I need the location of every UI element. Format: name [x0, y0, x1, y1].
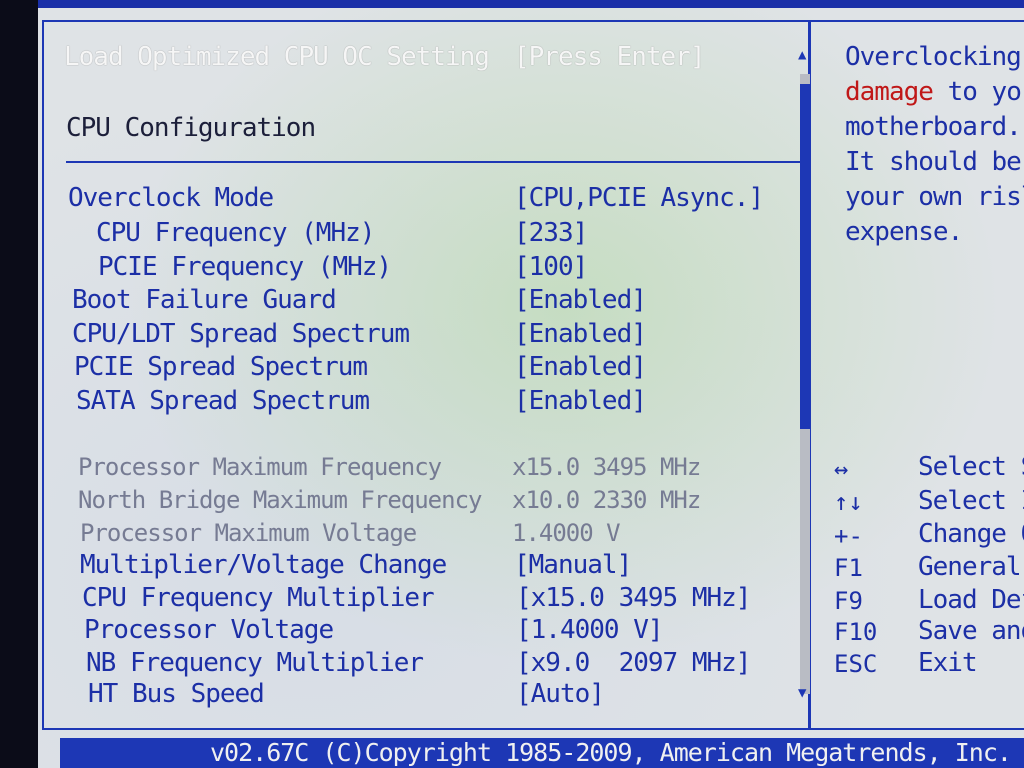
- key-f1: F1: [834, 554, 863, 582]
- scroll-thumb[interactable]: [800, 84, 811, 429]
- load-optimized-value[interactable]: [Press Enter]: [514, 42, 705, 72]
- setting-pcie-frequency-value[interactable]: [100]: [514, 252, 588, 282]
- up-down-arrows-icon: ↑↓: [834, 488, 863, 516]
- setting-pcie-frequency-label[interactable]: PCIE Frequency (MHz): [98, 252, 392, 282]
- setting-sata-spread-value[interactable]: [Enabled]: [514, 386, 647, 416]
- scroll-up-arrow-icon[interactable]: ▲: [798, 48, 806, 62]
- setting-multiplier-voltage-change-value[interactable]: [Manual]: [514, 550, 632, 580]
- setting-cpu-frequency-label[interactable]: CPU Frequency (MHz): [96, 218, 375, 248]
- help-line-2: damage to yo: [845, 75, 1022, 109]
- top-bar: [38, 0, 1024, 8]
- key-plus-minus: +-: [834, 522, 863, 550]
- setting-processor-voltage-label[interactable]: Processor Voltage: [84, 615, 334, 645]
- setting-boot-failure-guard-label[interactable]: Boot Failure Guard: [72, 285, 337, 315]
- key-esc: ESC: [834, 650, 878, 678]
- setting-cpu-ldt-spread-value[interactable]: [Enabled]: [514, 319, 647, 349]
- setting-overclock-mode-label[interactable]: Overclock Mode: [68, 183, 274, 213]
- help-line-1: Overclocking: [845, 42, 1022, 72]
- info-nb-max-frequency-label: North Bridge Maximum Frequency: [78, 486, 482, 514]
- setting-boot-failure-guard-value[interactable]: [Enabled]: [514, 285, 647, 315]
- help-line-5: your own risl: [845, 182, 1024, 212]
- setting-ht-bus-speed-label[interactable]: HT Bus Speed: [88, 679, 265, 709]
- setting-cpu-frequency-value[interactable]: [233]: [514, 218, 588, 248]
- setting-cpu-ldt-spread-label[interactable]: CPU/LDT Spread Spectrum: [72, 319, 410, 349]
- key-desc-select-item: Select I: [918, 486, 1024, 516]
- section-title: CPU Configuration: [66, 113, 316, 143]
- setting-ht-bus-speed-value[interactable]: [Auto]: [516, 679, 605, 709]
- key-desc-load-defaults: Load Def: [918, 585, 1024, 615]
- setting-sata-spread-label[interactable]: SATA Spread Spectrum: [76, 386, 370, 416]
- section-divider: [66, 161, 802, 163]
- info-processor-max-frequency-value: x15.0 3495 MHz: [512, 453, 701, 481]
- info-nb-max-frequency-value: x10.0 2330 MHz: [512, 486, 701, 514]
- info-processor-max-voltage-label: Processor Maximum Voltage: [80, 519, 417, 547]
- key-f9: F9: [834, 587, 863, 615]
- key-desc-general-help: General: [918, 552, 1022, 582]
- help-line-4: It should be: [845, 147, 1022, 177]
- setting-pcie-spread-value[interactable]: [Enabled]: [514, 352, 647, 382]
- load-optimized-label[interactable]: Load Optimized CPU OC Setting: [64, 42, 490, 72]
- setting-cpu-frequency-multiplier-label[interactable]: CPU Frequency Multiplier: [82, 583, 435, 613]
- setting-cpu-frequency-multiplier-value[interactable]: [x15.0 3495 MHz]: [516, 583, 751, 613]
- info-processor-max-voltage-value: 1.4000 V: [512, 519, 621, 547]
- info-processor-max-frequency-label: Processor Maximum Frequency: [78, 453, 442, 481]
- key-f10: F10: [834, 618, 878, 646]
- setting-nb-frequency-multiplier-value[interactable]: [x9.0 2097 MHz]: [516, 648, 751, 678]
- key-desc-save-and-exit: Save and: [918, 616, 1024, 646]
- help-line-2-rest: to yo: [932, 77, 1022, 107]
- scrollbar[interactable]: ▲ ▼: [796, 44, 814, 706]
- setting-processor-voltage-value[interactable]: [1.4000 V]: [516, 615, 664, 645]
- key-desc-select-screen: Select S: [918, 452, 1024, 482]
- setting-nb-frequency-multiplier-label[interactable]: NB Frequency Multiplier: [86, 648, 424, 678]
- copyright-footer: v02.67C (C)Copyright 1985-2009, American…: [60, 738, 1024, 768]
- left-right-arrows-icon: ↔: [834, 455, 849, 483]
- monitor-bezel: [0, 0, 38, 768]
- key-desc-change-option: Change O: [918, 519, 1024, 549]
- help-line-6: expense.: [845, 217, 963, 247]
- setting-pcie-spread-label[interactable]: PCIE Spread Spectrum: [74, 352, 368, 382]
- help-line-3: motherboard.: [845, 112, 1022, 142]
- help-warning-word: damage: [845, 77, 934, 107]
- setting-overclock-mode-value[interactable]: [CPU,PCIE Async.]: [514, 183, 764, 213]
- bios-screen: Load Optimized CPU OC Setting [Press Ent…: [0, 0, 1024, 768]
- key-desc-exit: Exit: [918, 648, 978, 678]
- scroll-down-arrow-icon[interactable]: ▼: [798, 686, 806, 700]
- setting-multiplier-voltage-change-label[interactable]: Multiplier/Voltage Change: [80, 550, 447, 580]
